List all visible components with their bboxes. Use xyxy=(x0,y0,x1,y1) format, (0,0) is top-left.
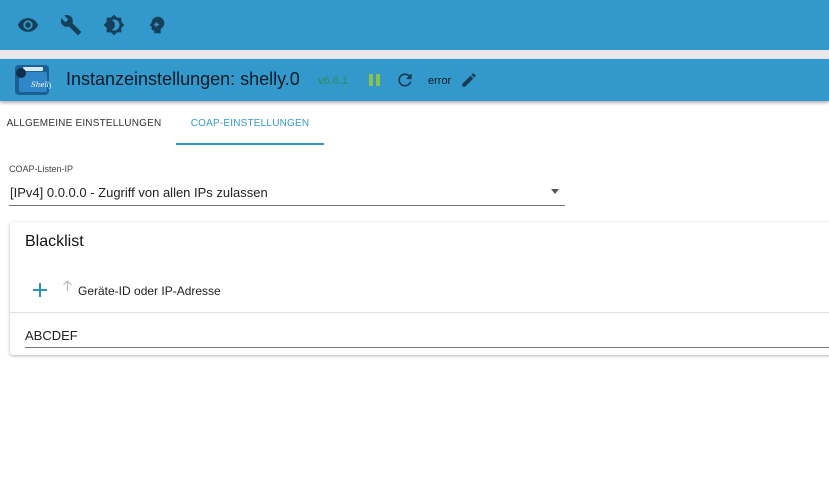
logo-text: Shelly xyxy=(31,81,51,89)
sort-arrow-icon[interactable] xyxy=(62,280,73,292)
wrench-icon[interactable] xyxy=(59,13,83,37)
coap-listen-ip-select[interactable]: [IPv4] 0.0.0.0 - Zugriff von allen IPs z… xyxy=(9,180,565,206)
coap-listen-ip-value: [IPv4] 0.0.0.0 - Zugriff von allen IPs z… xyxy=(10,185,268,200)
blacklist-entry-input[interactable] xyxy=(25,323,829,348)
head-icon[interactable] xyxy=(145,13,169,37)
instance-header: Shelly Instanzeinstellungen: shelly.0 v6… xyxy=(0,59,829,101)
add-row-icon[interactable] xyxy=(30,280,50,300)
settings-tabs: ALLGEMEINE EINSTELLUNGEN COAP-EINSTELLUN… xyxy=(0,101,829,145)
dropdown-caret-icon xyxy=(551,189,559,194)
brightness-icon[interactable] xyxy=(102,13,126,37)
shelly-logo: Shelly xyxy=(15,65,51,95)
blacklist-title: Blacklist xyxy=(25,233,84,250)
edit-pencil-icon[interactable] xyxy=(460,71,478,89)
pause-icon[interactable] xyxy=(366,71,384,89)
tab-coap-settings[interactable]: COAP-EINSTELLUNGEN xyxy=(176,101,324,145)
reload-icon[interactable] xyxy=(395,70,415,90)
header-gap xyxy=(0,50,829,59)
column-header-device-id[interactable]: Geräte-ID oder IP-Adresse xyxy=(78,284,221,298)
tab-general-settings[interactable]: ALLGEMEINE EINSTELLUNGEN xyxy=(0,101,168,145)
page-title: Instanzeinstellungen: shelly.0 xyxy=(66,69,300,89)
blacklist-card: Blacklist Geräte-ID oder IP-Adresse xyxy=(10,222,829,355)
row-divider xyxy=(10,312,829,313)
coap-listen-ip-label: COAP-Listen-IP xyxy=(9,164,74,174)
top-toolbar xyxy=(0,0,829,50)
eye-icon[interactable] xyxy=(16,13,40,37)
status-text: error xyxy=(428,75,452,87)
version-label: v6.6.1 xyxy=(318,75,348,87)
